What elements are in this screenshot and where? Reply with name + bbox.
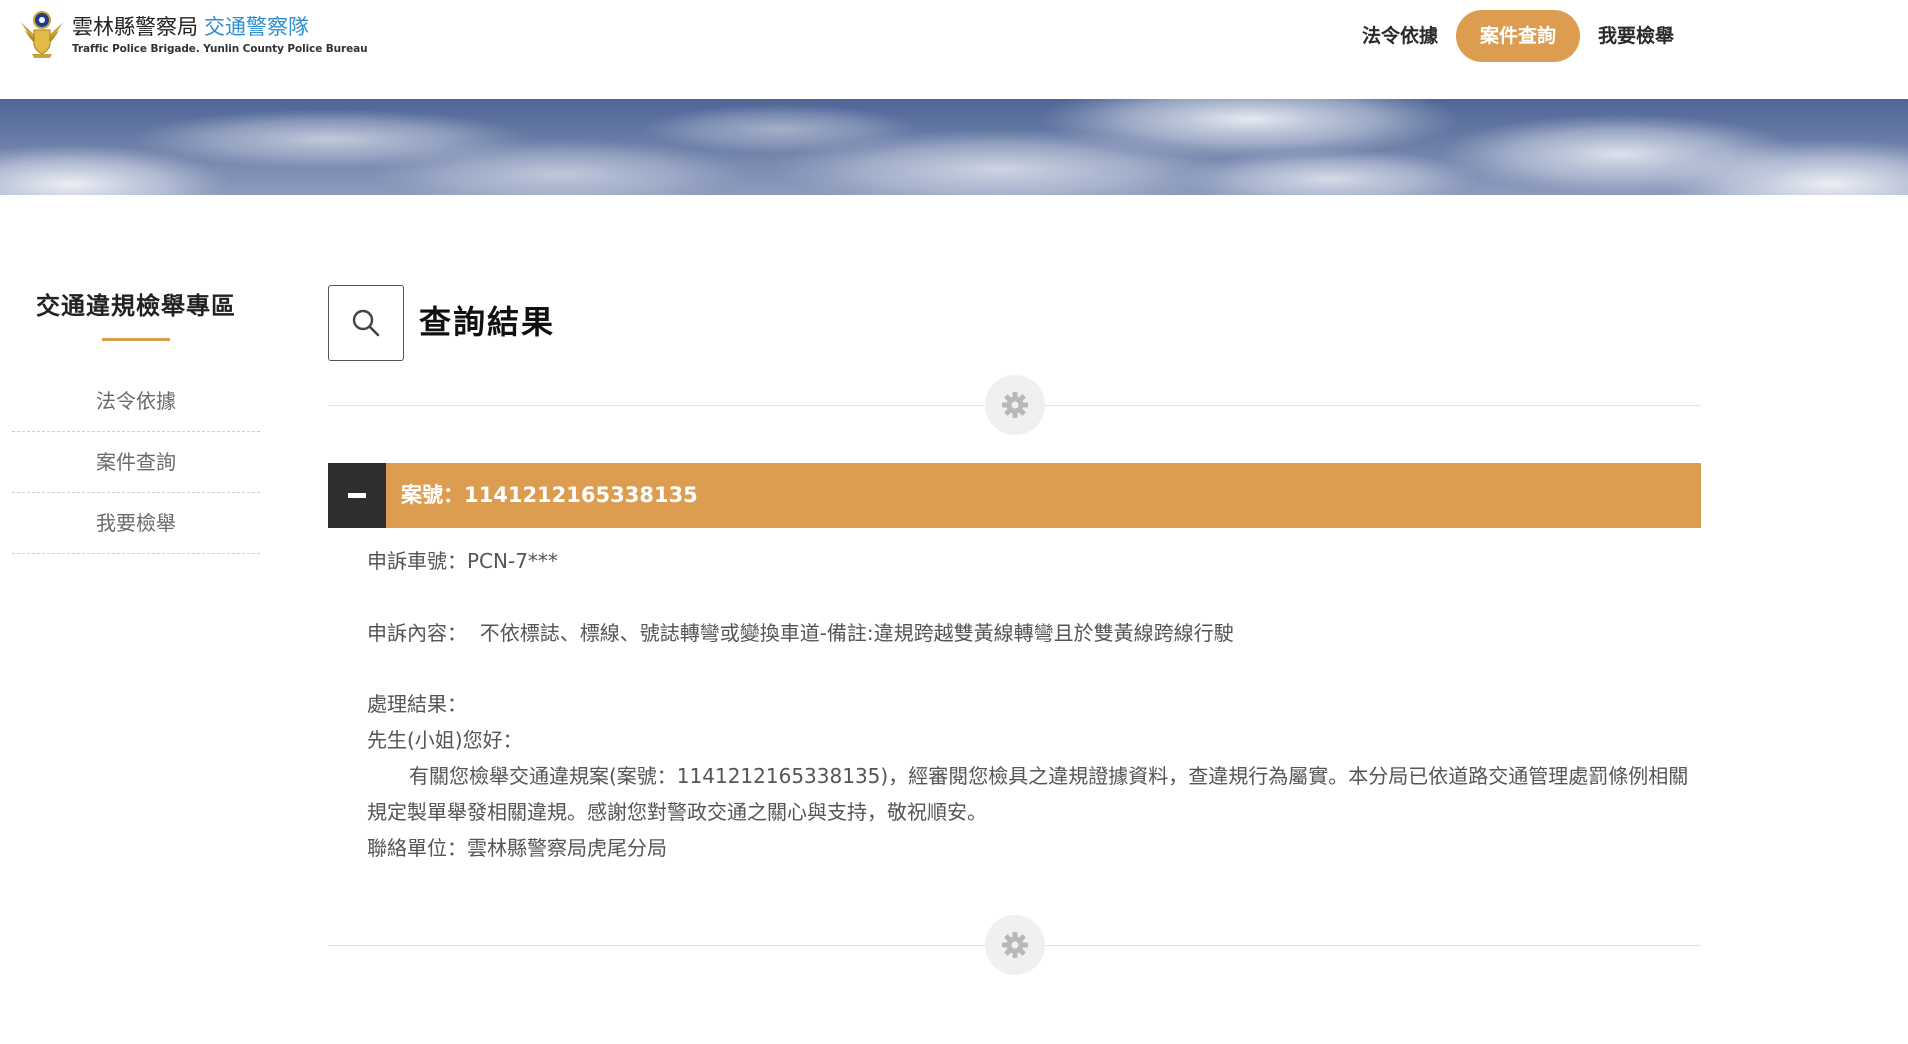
gear-icon — [1002, 932, 1028, 958]
case-plate: 申訴車號：PCN-7*** — [367, 543, 1697, 579]
nav-item-report[interactable]: 我要檢舉 — [1586, 10, 1686, 62]
site-logo[interactable]: 雲林縣警察局 交通警察隊 Traffic Police Brigade. Yunl… — [16, 8, 368, 60]
top-nav: 法令依據 案件查詢 我要檢舉 — [1350, 10, 1692, 62]
minus-icon — [348, 493, 366, 498]
banner-clouds-image — [0, 99, 1908, 195]
sidebar: 交通違規檢舉專區 法令依據 案件查詢 我要檢舉 — [12, 280, 260, 554]
case-result-label: 處理結果： — [367, 692, 467, 716]
logo-title: 雲林縣警察局 交通警察隊 — [72, 13, 368, 41]
case-content-text: 申訴內容： 不依標誌、標線、號誌轉彎或變換車道-備註:違規跨越雙黃線轉彎且於雙黃… — [367, 621, 1234, 645]
divider-gear-bottom — [985, 915, 1045, 975]
logo-title-accent: 交通警察隊 — [204, 15, 309, 39]
case-result-body: 有關您檢舉交通違規案(案號：1141212165338135)，經審閱您檢具之違… — [367, 764, 1689, 824]
case-accordion-header[interactable]: 案號：1141212165338135 — [328, 463, 1701, 528]
nav-item-case-query[interactable]: 案件查詢 — [1456, 10, 1581, 62]
sidebar-title: 交通違規檢舉專區 — [36, 292, 236, 320]
sidebar-item-case-query[interactable]: 案件查詢 — [12, 432, 260, 493]
case-result: 處理結果： 先生(小姐)您好： 有關您檢舉交通違規案(案號：1141212165… — [367, 686, 1697, 866]
search-icon — [352, 309, 380, 337]
case-content: 申訴內容： 不依標誌、標線、號誌轉彎或變換車道-備註:違規跨越雙黃線轉彎且於雙黃… — [367, 615, 1697, 651]
case-plate-text: 申訴車號：PCN-7*** — [367, 549, 558, 573]
collapse-button[interactable] — [328, 463, 386, 528]
nav-item-regulations[interactable]: 法令依據 — [1350, 10, 1450, 62]
sidebar-item-report[interactable]: 我要檢舉 — [12, 493, 260, 554]
case-contact: 聯絡單位：雲林縣警察局虎尾分局 — [367, 836, 667, 860]
case-result-greeting: 先生(小姐)您好： — [367, 728, 523, 752]
gear-icon — [1002, 392, 1028, 418]
sidebar-item-regulations[interactable]: 法令依據 — [12, 371, 260, 432]
case-number: 案號：1141212165338135 — [401, 483, 698, 507]
page-title: 查詢結果 — [419, 303, 556, 341]
sidebar-title-underline — [102, 338, 170, 341]
sky-banner — [0, 99, 1908, 195]
divider-gear-top — [985, 375, 1045, 435]
police-emblem-icon — [20, 11, 64, 58]
logo-subtitle: Traffic Police Brigade. Yunlin County Po… — [72, 43, 368, 55]
site-header: 雲林縣警察局 交通警察隊 Traffic Police Brigade. Yunl… — [0, 0, 1908, 99]
logo-title-main: 雲林縣警察局 — [72, 15, 198, 39]
search-icon-box — [328, 285, 404, 361]
